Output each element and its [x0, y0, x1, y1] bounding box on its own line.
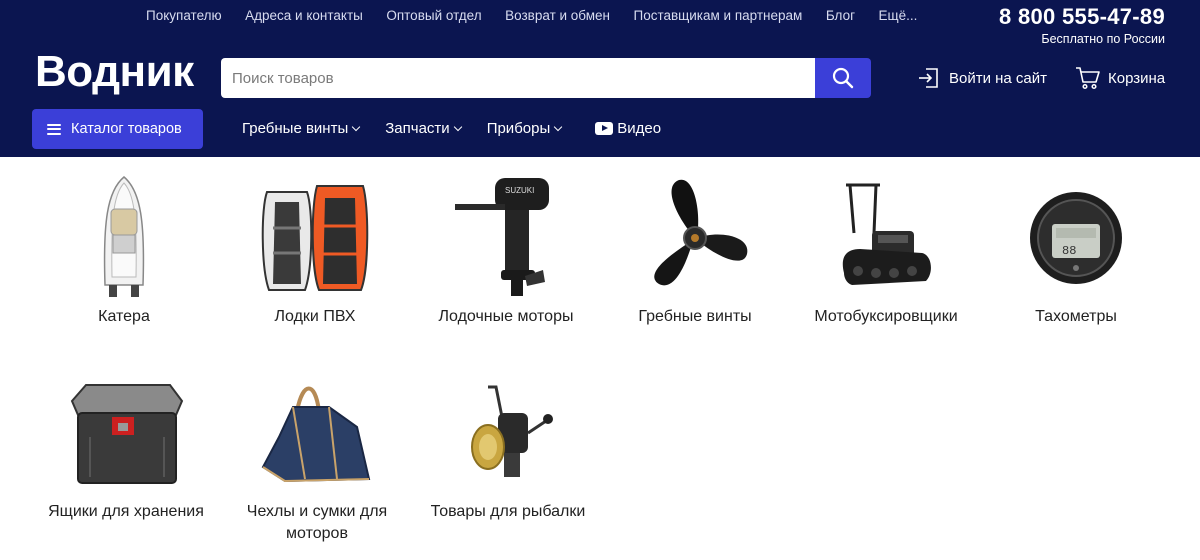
main-navigation: Гребные винты Запчасти Приборы Видео — [242, 120, 687, 137]
hamburger-icon — [47, 123, 61, 135]
youtube-icon — [595, 122, 614, 135]
topnav-suppliers-link[interactable]: Поставщикам и партнерам — [633, 8, 802, 23]
phone-number[interactable]: 8 800 555-47-89 — [999, 4, 1165, 30]
fishing-reel-image — [418, 367, 598, 497]
topnav-more-link[interactable]: Ещё... — [879, 8, 918, 23]
search-icon — [832, 67, 854, 89]
category-propellers[interactable]: Гребные винты — [605, 172, 785, 328]
category-pvc-boats[interactable]: Лодки ПВХ — [225, 172, 405, 328]
cart-label: Корзина — [1108, 69, 1166, 87]
outboard-motor-image: SUZUKI — [416, 172, 596, 302]
login-button[interactable]: Войти на сайт — [917, 66, 1047, 90]
category-boats[interactable]: Катера — [34, 172, 214, 328]
nav-propellers[interactable]: Гребные винты — [242, 120, 361, 137]
category-label: Гребные винты — [638, 308, 752, 325]
tachometer-image: 88 — [986, 172, 1166, 302]
search-input[interactable] — [221, 58, 815, 98]
site-header: Покупателю Адреса и контакты Оптовый отд… — [0, 0, 1200, 157]
topnav-buyer-link[interactable]: Покупателю — [146, 8, 222, 23]
category-fishing-goods[interactable]: Товары для рыбалки — [418, 367, 598, 523]
catalog-button[interactable]: Каталог товаров — [32, 109, 203, 149]
nav-video-label: Видео — [617, 120, 662, 137]
catalog-label: Каталог товаров — [71, 121, 182, 137]
site-logo[interactable]: Водник — [35, 50, 194, 94]
snow-tow-image — [796, 172, 976, 302]
phone-note: Бесплатно по России — [1041, 32, 1165, 46]
category-label: Мотобуксировщики — [814, 308, 958, 325]
search-button[interactable] — [815, 58, 871, 98]
category-motor-bags[interactable]: Чехлы и сумки для моторов — [227, 367, 407, 545]
inflatable-boats-image — [225, 172, 405, 302]
svg-text:88: 88 — [1062, 244, 1076, 258]
storage-box-image — [36, 367, 216, 497]
category-snow-tows[interactable]: Мотобуксировщики — [796, 172, 976, 328]
topnav-returns-link[interactable]: Возврат и обмен — [505, 8, 610, 23]
category-label: Ящики для хранения — [48, 503, 204, 520]
svg-text:SUZUKI: SUZUKI — [505, 186, 534, 195]
cart-icon — [1076, 67, 1100, 90]
login-label: Войти на сайт — [949, 69, 1048, 87]
category-label: Тахометры — [1035, 308, 1117, 325]
category-label: Лодочные моторы — [438, 308, 574, 325]
nav-video[interactable]: Видео — [595, 120, 661, 137]
category-label: Товары для рыбалки — [430, 503, 586, 520]
category-outboard-motors[interactable]: SUZUKI Лодочные моторы — [416, 172, 596, 328]
chevron-down-icon — [352, 122, 361, 132]
motor-bag-image — [227, 367, 407, 497]
login-icon — [919, 68, 938, 88]
topnav-contacts-link[interactable]: Адреса и контакты — [245, 8, 363, 23]
boat-image — [34, 172, 214, 302]
nav-parts-label: Запчасти — [385, 120, 450, 137]
category-storage-boxes[interactable]: Ящики для хранения — [36, 367, 216, 523]
propeller-image — [605, 172, 785, 302]
nav-propellers-label: Гребные винты — [242, 120, 349, 137]
chevron-down-icon — [554, 122, 563, 132]
category-label: Катера — [98, 308, 150, 325]
top-navigation: Покупателю Адреса и контакты Оптовый отд… — [146, 8, 941, 23]
category-tachometers[interactable]: 88 Тахометры — [986, 172, 1166, 328]
nav-devices-label: Приборы — [486, 120, 551, 137]
category-label: Лодки ПВХ — [274, 308, 356, 325]
chevron-down-icon — [453, 122, 462, 132]
category-label: Чехлы и сумки для моторов — [246, 503, 388, 542]
cart-button[interactable]: Корзина — [1075, 66, 1165, 90]
nav-devices[interactable]: Приборы — [486, 120, 563, 137]
topnav-blog-link[interactable]: Блог — [826, 8, 855, 23]
nav-parts[interactable]: Запчасти — [385, 120, 462, 137]
topnav-wholesale-link[interactable]: Оптовый отдел — [386, 8, 481, 23]
search-bar — [221, 58, 871, 98]
